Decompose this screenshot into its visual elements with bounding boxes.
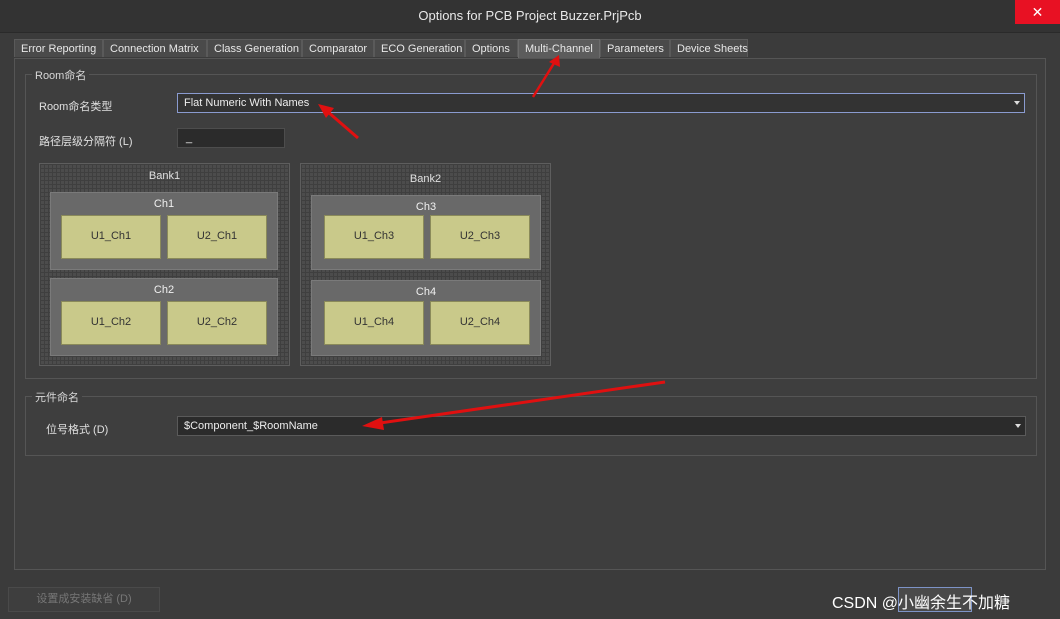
chevron-down-icon <box>1014 101 1020 105</box>
path-separator-label: 路径层级分隔符 (L) <box>39 136 133 148</box>
set-as-default-button[interactable]: 设置成安装缺省 (D) <box>8 587 160 612</box>
tab-eco-generation[interactable]: ECO Generation <box>374 39 465 57</box>
channel-ch1-title: Ch1 <box>153 198 175 210</box>
title-bar: Options for PCB Project Buzzer.PrjPcb ✕ <box>0 0 1060 33</box>
room-naming-type-value: Flat Numeric With Names <box>184 97 310 109</box>
watermark-text: CSDN @小幽余生不加糖 <box>832 595 1011 612</box>
channel-ch3-title: Ch3 <box>415 201 437 213</box>
component-naming-group: 元件命名 位号格式 (D) $Component_$RoomName <box>25 389 1037 456</box>
designator-format-value: $Component_$RoomName <box>184 420 318 432</box>
tab-connection-matrix[interactable]: Connection Matrix <box>103 39 207 57</box>
component-u2-ch4: U2_Ch4 <box>430 301 530 345</box>
bank1-title: Bank1 <box>148 170 181 182</box>
channel-ch4: Ch4 U1_Ch4 U2_Ch4 <box>311 280 541 356</box>
channel-ch1: Ch1 U1_Ch1 U2_Ch1 <box>50 192 278 270</box>
channel-ch2: Ch2 U1_Ch2 U2_Ch2 <box>50 278 278 356</box>
tab-class-generation[interactable]: Class Generation <box>207 39 302 57</box>
component-u2-ch3: U2_Ch3 <box>430 215 530 259</box>
room-naming-group: Room命名 Room命名类型 Flat Numeric With Names … <box>25 67 1037 379</box>
close-button[interactable]: ✕ <box>1015 0 1060 24</box>
tab-device-sheets[interactable]: Device Sheets <box>670 39 748 57</box>
room-naming-type-label: Room命名类型 <box>39 101 113 113</box>
bank1-preview: Bank1 Ch1 U1_Ch1 U2_Ch1 Ch2 U1_Ch2 U2_Ch… <box>39 163 290 366</box>
component-naming-group-label: 元件命名 <box>32 389 82 405</box>
dialog-footer: 设置成安装缺省 (D) CSDN @小幽余生不加糖 <box>0 580 1060 619</box>
component-u2-ch1: U2_Ch1 <box>167 215 267 259</box>
window-title: Options for PCB Project Buzzer.PrjPcb <box>418 8 642 23</box>
designator-format-label: 位号格式 (D) <box>46 424 109 436</box>
tab-parameters[interactable]: Parameters <box>600 39 670 57</box>
component-u1-ch1: U1_Ch1 <box>61 215 161 259</box>
bank2-title: Bank2 <box>409 173 442 185</box>
tab-comparator[interactable]: Comparator <box>302 39 374 57</box>
room-naming-group-label: Room命名 <box>32 67 90 83</box>
component-u1-ch2: U1_Ch2 <box>61 301 161 345</box>
path-separator-value: _ <box>186 132 193 144</box>
component-u2-ch2: U2_Ch2 <box>167 301 267 345</box>
path-separator-input[interactable]: _ <box>177 128 285 148</box>
tab-error-reporting[interactable]: Error Reporting <box>14 39 103 57</box>
channel-ch2-title: Ch2 <box>153 284 175 296</box>
room-naming-type-dropdown[interactable]: Flat Numeric With Names <box>177 93 1025 113</box>
channel-ch4-title: Ch4 <box>415 286 437 298</box>
bank2-preview: Bank2 Ch3 U1_Ch3 U2_Ch3 Ch4 U1_Ch4 U2_Ch… <box>300 163 551 366</box>
designator-format-dropdown[interactable]: $Component_$RoomName <box>177 416 1026 436</box>
tab-options[interactable]: Options <box>465 39 518 57</box>
chevron-down-icon <box>1015 424 1021 428</box>
component-u1-ch4: U1_Ch4 <box>324 301 424 345</box>
channel-ch3: Ch3 U1_Ch3 U2_Ch3 <box>311 195 541 270</box>
component-u1-ch3: U1_Ch3 <box>324 215 424 259</box>
multi-channel-panel: Room命名 Room命名类型 Flat Numeric With Names … <box>14 58 1046 570</box>
tab-multi-channel[interactable]: Multi-Channel <box>518 39 600 58</box>
close-icon: ✕ <box>1031 4 1044 20</box>
